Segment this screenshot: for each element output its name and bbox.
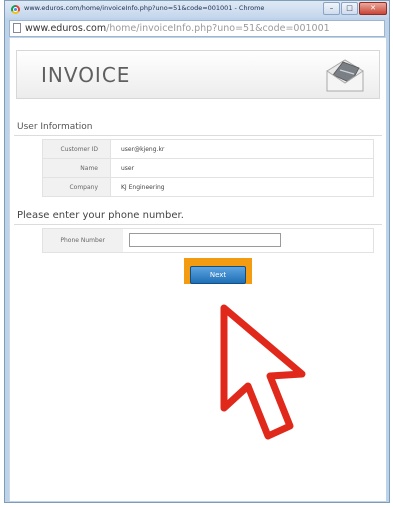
company-value: KJ Engineering	[110, 177, 374, 197]
maximize-button[interactable]: □	[341, 2, 358, 15]
user-info-heading: User Information	[17, 122, 93, 132]
window-title: www.eduros.com/home/invoiceInfo.php?uno=…	[24, 4, 265, 12]
chrome-icon	[11, 5, 20, 14]
table-row: Company KJ Engineering	[42, 177, 374, 197]
title-bar: www.eduros.com/home/invoiceInfo.php?uno=…	[5, 1, 389, 18]
url[interactable]: www.eduros.com/home/invoiceInfo.php?uno=…	[25, 23, 330, 34]
minimize-button[interactable]: –	[323, 2, 340, 15]
invoice-banner: INVOICE	[16, 50, 380, 99]
next-button-highlight: Next	[184, 258, 252, 284]
phone-number-label: Phone Number	[43, 229, 123, 252]
cursor-arrow-icon	[220, 304, 306, 440]
company-label: Company	[42, 177, 111, 197]
envelope-icon	[326, 59, 364, 92]
page-content: INVOICE User Information Customer ID use…	[9, 38, 386, 501]
url-host: www.eduros.com	[25, 23, 107, 34]
browser-window: www.eduros.com/home/invoiceInfo.php?uno=…	[4, 0, 390, 503]
customer-id-label: Customer ID	[42, 139, 111, 159]
page-title: INVOICE	[41, 63, 131, 87]
name-value: user	[110, 158, 374, 178]
divider	[14, 224, 382, 225]
phone-row: Phone Number	[42, 228, 374, 253]
page-icon	[13, 23, 21, 33]
divider	[14, 135, 382, 136]
phone-number-input[interactable]	[129, 233, 281, 247]
window-controls: – □ ✕	[322, 2, 387, 16]
phone-heading: Please enter your phone number.	[17, 210, 184, 221]
close-button[interactable]: ✕	[359, 2, 387, 15]
user-info-table: Customer ID user@kjeng.kr Name user Comp…	[42, 139, 374, 197]
table-row: Name user	[42, 158, 374, 178]
table-row: Customer ID user@kjeng.kr	[42, 139, 374, 159]
url-path: /home/invoiceInfo.php?uno=51&code=001001	[106, 23, 330, 34]
address-bar[interactable]: www.eduros.com/home/invoiceInfo.php?uno=…	[9, 20, 385, 37]
customer-id-value: user@kjeng.kr	[110, 139, 374, 159]
next-button[interactable]: Next	[190, 266, 246, 284]
name-label: Name	[42, 158, 111, 178]
